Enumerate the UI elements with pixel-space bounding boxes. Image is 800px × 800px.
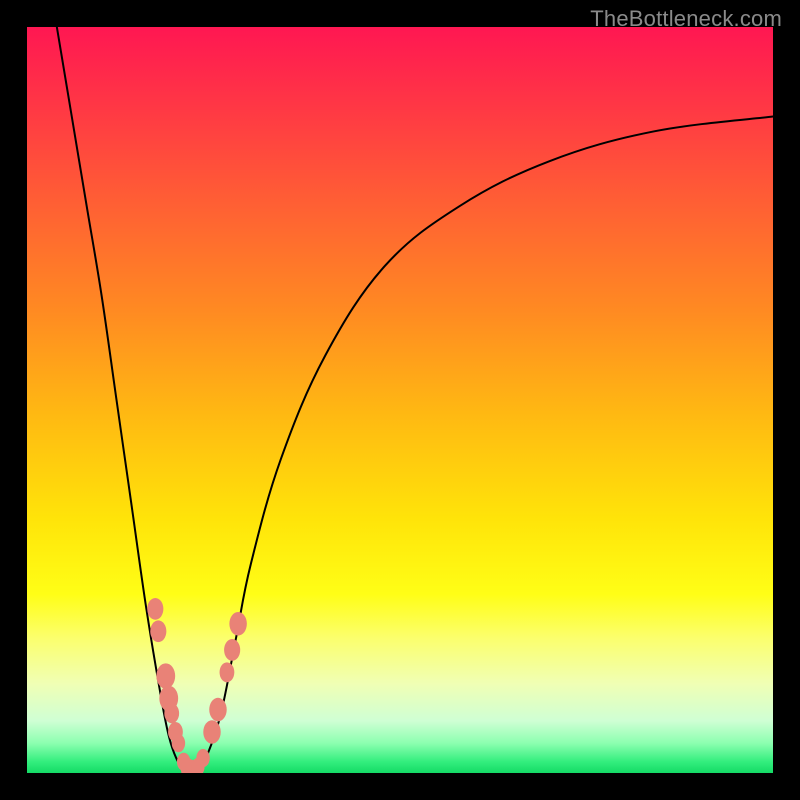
data-bead [209,698,226,722]
data-bead [220,662,235,682]
bottleneck-curve [27,27,773,773]
data-bead [229,612,246,636]
outer-frame: TheBottleneck.com [0,0,800,800]
plot-area [27,27,773,773]
curve-left-branch [57,27,191,773]
data-bead [164,703,179,723]
curve-right-branch [191,117,773,773]
data-bead [150,620,166,642]
data-bead [196,749,209,767]
data-bead [156,663,175,688]
data-bead [147,598,163,620]
data-bead [203,720,220,744]
data-bead [172,734,185,752]
data-bead [224,639,240,661]
watermark-text: TheBottleneck.com [590,6,782,32]
